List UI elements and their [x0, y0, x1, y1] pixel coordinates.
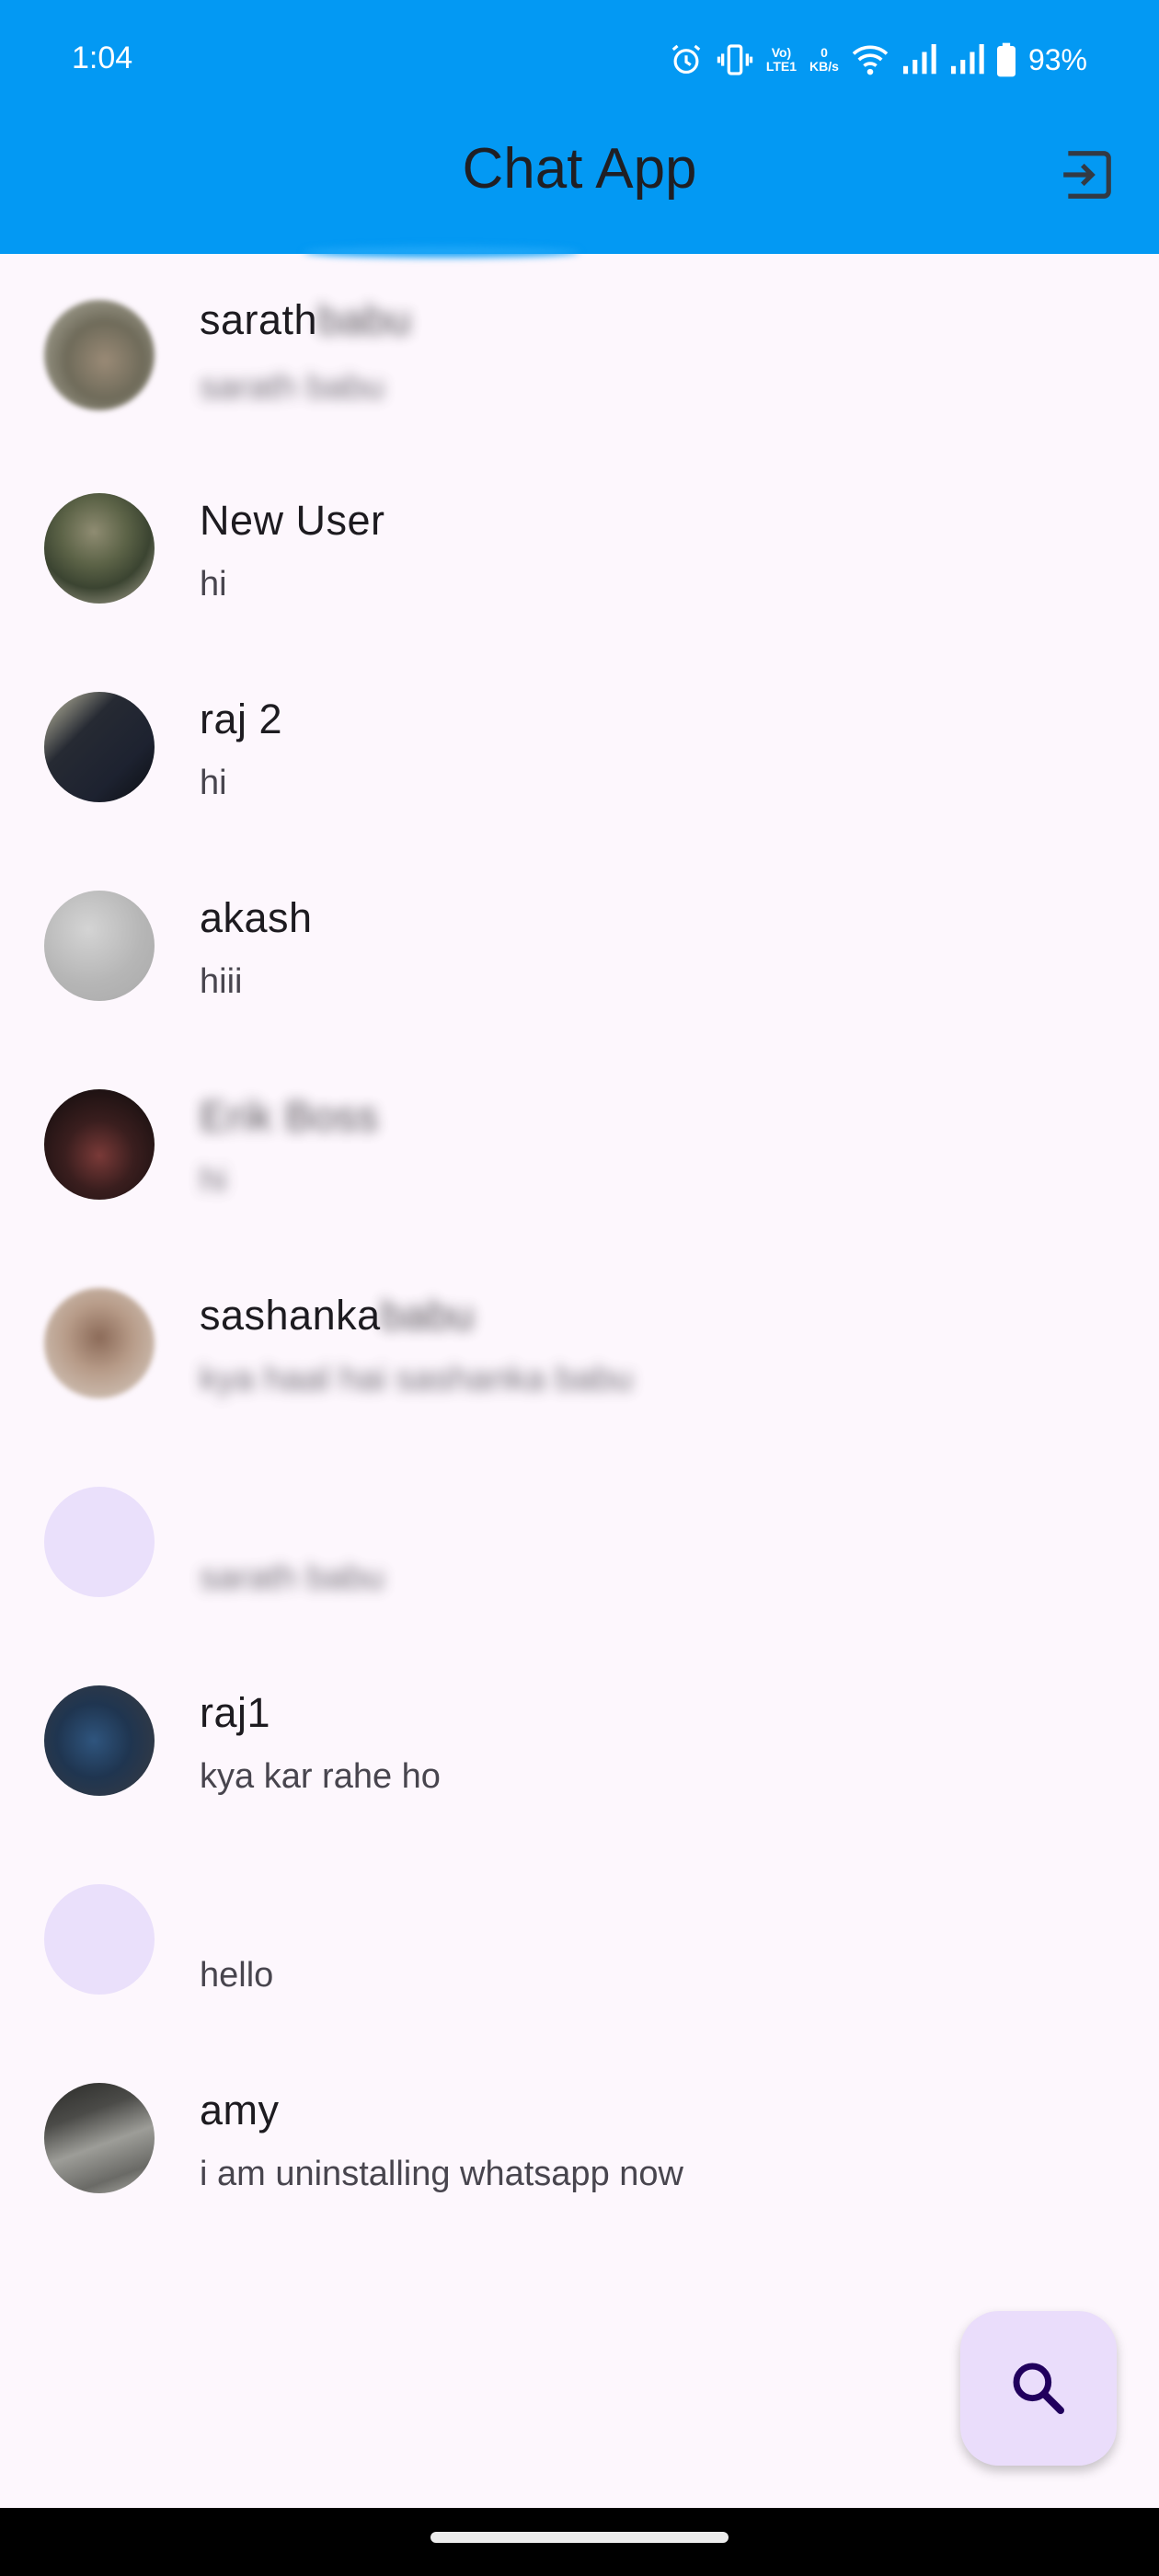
chat-row[interactable]: New User hi	[0, 453, 1159, 651]
contact-name-hidden: babu	[380, 1292, 475, 1339]
avatar	[44, 1487, 155, 1597]
signal-icon	[949, 44, 984, 75]
battery-percentage: 93%	[1027, 42, 1087, 76]
contact-name: akash	[200, 894, 313, 941]
status-time: 1:04	[72, 40, 133, 75]
chat-row[interactable]: raj 2 hi	[0, 651, 1159, 850]
contact-name: amy	[200, 2087, 280, 2133]
status-icons: Vo) LTE1 0 KB/s 93%	[669, 39, 1087, 81]
last-message: hi	[200, 565, 227, 604]
chat-row[interactable]: sarathbabu sarath babu	[0, 254, 1159, 453]
wifi-icon	[852, 43, 889, 76]
contact-name: New User	[200, 497, 385, 544]
speed-value: 0	[820, 45, 828, 60]
avatar	[44, 300, 155, 410]
contact-name-text: sarath	[200, 296, 318, 343]
avatar	[44, 692, 155, 802]
chat-row[interactable]: raj1 kya kar rahe ho	[0, 1645, 1159, 1844]
avatar	[44, 2083, 155, 2193]
lte-label: LTE1	[765, 59, 798, 74]
volte-label: Vo)	[771, 45, 792, 60]
last-message: hi	[200, 764, 227, 802]
status-bar: 1:04 Vo) LTE1 0 KB/s 93%	[0, 0, 1159, 125]
app-bar: 1:04 Vo) LTE1 0 KB/s 93% Chat App	[0, 0, 1159, 258]
network-speed: 0 KB/s	[809, 46, 839, 74]
chat-row[interactable]: Erik Boss hi	[0, 1049, 1159, 1248]
avatar	[44, 493, 155, 604]
search-button[interactable]	[960, 2311, 1117, 2466]
avatar	[44, 891, 155, 1001]
contact-name: raj 2	[200, 696, 283, 742]
chat-row[interactable]: sarath babu	[0, 1446, 1159, 1645]
contact-name-hidden: babu	[317, 296, 412, 343]
battery-icon	[996, 42, 1016, 77]
contact-name-text: sashanka	[200, 1292, 381, 1339]
chat-list-screen: 1:04 Vo) LTE1 0 KB/s 93% Chat App sarath…	[0, 0, 1159, 2576]
avatar	[44, 1288, 155, 1398]
chat-list: sarathbabu sarath babu New User hi raj 2…	[0, 254, 1159, 2241]
contact-name: sashankababu	[200, 1292, 475, 1340]
chat-row[interactable]: sashankababu kya haal hai sashanka babu	[0, 1248, 1159, 1446]
last-message: hello	[200, 1956, 274, 1995]
last-message: sarath babu	[200, 368, 384, 407]
chat-row[interactable]: akash hiii	[0, 850, 1159, 1049]
volte-indicator: Vo) LTE1	[766, 46, 797, 74]
avatar	[44, 1884, 155, 1995]
vibrate-icon	[717, 41, 753, 78]
signal-icon	[901, 44, 936, 75]
logout-button[interactable]	[1052, 140, 1122, 210]
chat-row[interactable]: amy i am uninstalling whatsapp now	[0, 2042, 1159, 2241]
logout-icon	[1063, 151, 1111, 199]
last-message: kya haal hai sashanka babu	[200, 1360, 634, 1398]
last-message: kya kar rahe ho	[200, 1757, 441, 1796]
page-title: Chat App	[462, 137, 697, 201]
home-gesture-handle[interactable]	[430, 2532, 729, 2543]
last-message: i am uninstalling whatsapp now	[200, 2155, 683, 2193]
last-message: hiii	[200, 962, 243, 1001]
last-message: hi	[200, 1161, 227, 1200]
chat-row[interactable]: hello	[0, 1844, 1159, 2042]
contact-name: raj1	[200, 1689, 271, 1736]
contact-name: sarathbabu	[200, 296, 411, 344]
last-message: sarath babu	[200, 1558, 384, 1597]
avatar	[44, 1685, 155, 1796]
search-icon	[1013, 2363, 1064, 2414]
contact-name: Erik Boss	[200, 1093, 379, 1140]
avatar	[44, 1089, 155, 1200]
system-navigation-bar	[0, 2508, 1159, 2576]
speed-unit: KB/s	[809, 59, 839, 74]
alarm-icon	[669, 41, 704, 78]
